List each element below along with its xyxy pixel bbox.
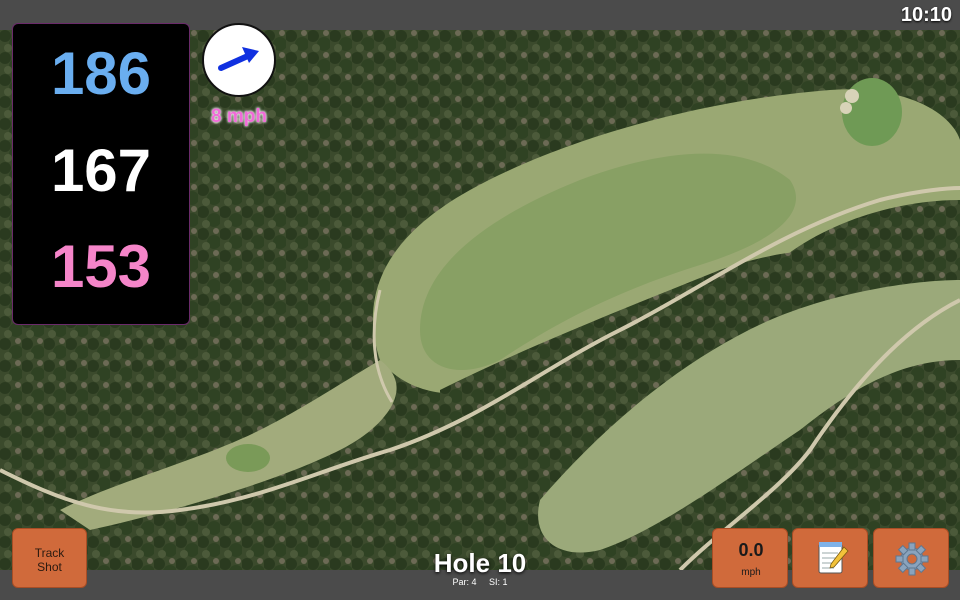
- track-shot-label-line1: Track: [34, 546, 65, 560]
- gear-icon: [895, 542, 929, 576]
- speed-unit: mph: [741, 567, 761, 578]
- back-distance: 186: [50, 40, 152, 107]
- notes-button[interactable]: [792, 528, 868, 588]
- wind-indicator: [202, 23, 276, 97]
- speed-button[interactable]: 0.0 mph: [712, 528, 788, 588]
- wind-speed-label: 8 mph: [211, 106, 267, 127]
- hole-info: Par: 4 SI: 1: [380, 577, 580, 587]
- front-distance: 153: [50, 233, 152, 300]
- track-shot-label-line2: Shot: [37, 560, 62, 574]
- hole-stroke-index: SI: 1: [489, 577, 508, 587]
- middle-distance: 167: [50, 137, 152, 204]
- notepad-icon: [818, 542, 849, 574]
- speed-value: 0.0: [738, 540, 764, 560]
- hole-par: Par: 4: [452, 577, 477, 587]
- distance-panel: 186 167 153: [12, 23, 190, 325]
- clock-time: 10:10: [900, 4, 952, 26]
- settings-button[interactable]: [873, 528, 949, 588]
- wind-arrow-icon: [218, 47, 259, 71]
- hole-title: Hole 10: [433, 548, 527, 578]
- track-shot-button[interactable]: Track Shot: [12, 528, 87, 588]
